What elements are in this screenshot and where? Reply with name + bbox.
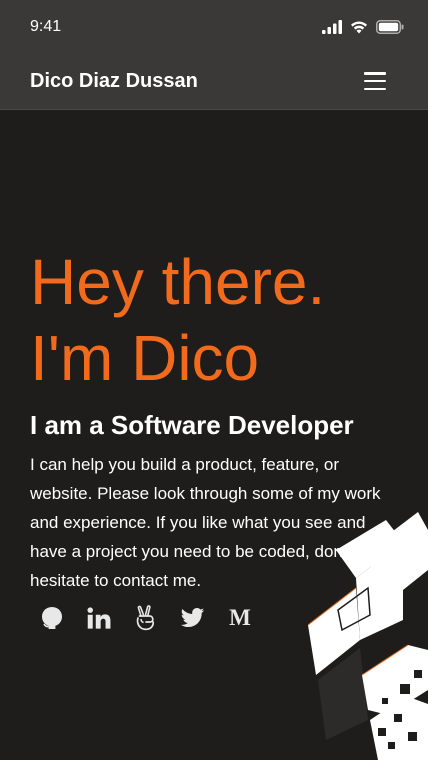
navbar: Dico Diaz Dussan	[0, 52, 428, 110]
social-links: M	[40, 605, 252, 631]
linkedin-icon[interactable]	[87, 606, 111, 630]
hamburger-line	[364, 87, 386, 90]
headline-line-1: Hey there.	[30, 246, 326, 318]
hero-subtitle: I am a Software Developer	[30, 410, 354, 440]
wifi-icon	[351, 21, 367, 34]
twitter-icon[interactable]	[181, 606, 205, 630]
status-icons	[322, 18, 404, 34]
medium-icon[interactable]: M	[228, 605, 252, 630]
geometric-illustration	[308, 512, 428, 760]
hamburger-menu-icon[interactable]	[364, 72, 386, 90]
brand-link[interactable]: Dico Diaz Dussan	[30, 70, 198, 93]
status-bar: 9:41	[0, 0, 428, 52]
hero-headline: Hey there. I'm Dico	[30, 244, 410, 396]
signal-icon	[322, 20, 342, 34]
status-time: 9:41	[30, 18, 62, 35]
headline-line-2: I'm Dico	[30, 322, 260, 394]
hamburger-line	[364, 79, 386, 83]
github-icon[interactable]	[40, 606, 64, 630]
battery-icon	[376, 20, 404, 34]
hamburger-line	[364, 72, 386, 75]
angellist-icon[interactable]	[134, 605, 158, 631]
